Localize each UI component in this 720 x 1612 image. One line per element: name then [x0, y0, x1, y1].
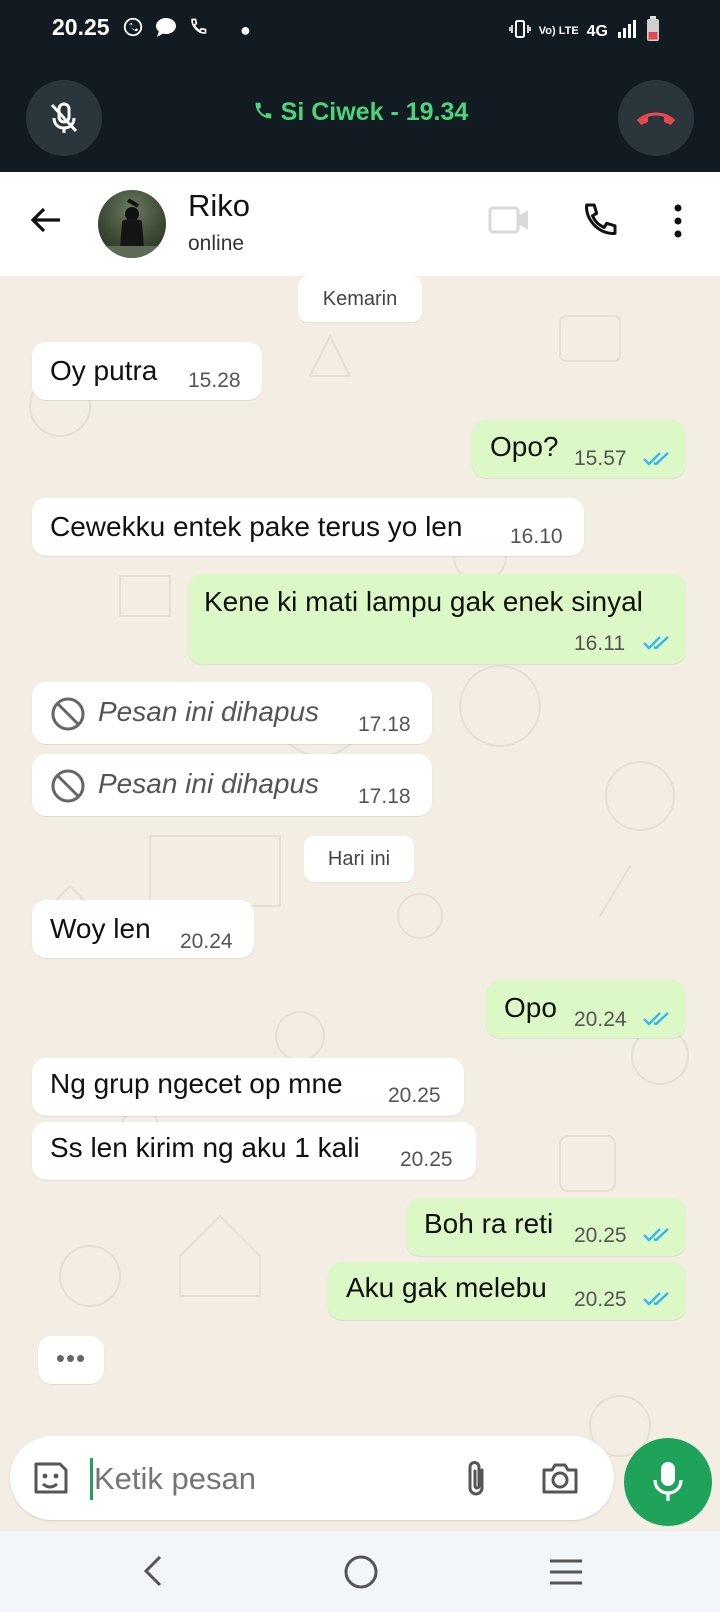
message-time: 17.18	[358, 713, 411, 736]
volte-icon: Vo) LTE	[538, 25, 579, 37]
ongoing-call-bar: 20.25 ● Vo) LTE 4G Si Ciwek - 19.34	[0, 0, 720, 172]
chevron-left-icon	[143, 1555, 162, 1587]
message-text: Aku gak melebu	[346, 1272, 547, 1303]
message-outgoing[interactable]: Boh ra reti 20.25	[406, 1198, 686, 1256]
message-time: 16.10	[510, 525, 563, 548]
avatar[interactable]	[98, 190, 166, 258]
double-check-icon	[643, 636, 669, 650]
message-outgoing[interactable]: Opo? 15.57	[472, 420, 686, 478]
message-deleted[interactable]: Pesan ini dihapus 17.18	[32, 682, 432, 744]
voice-message-button[interactable]	[624, 1438, 712, 1526]
message-incoming[interactable]: Cewekku entek pake terus yo len 16.10	[32, 498, 584, 556]
message-text: Ng grup ngecet op mne	[50, 1068, 343, 1099]
message-outgoing[interactable]: Aku gak melebu 20.25	[328, 1262, 686, 1320]
double-check-icon	[643, 1292, 669, 1306]
message-time: 15.28	[188, 369, 241, 392]
message-time: 16.11	[574, 632, 625, 655]
message-deleted[interactable]: Pesan ini dihapus 17.18	[32, 754, 432, 816]
message-time: 20.24	[180, 930, 233, 953]
battery-icon	[646, 16, 660, 47]
camera-icon[interactable]	[540, 1460, 580, 1496]
message-time: 20.24	[574, 1008, 627, 1031]
chat-messages-area[interactable]: Kemarin Oy putra 15.28 Opo? 15.57 Cewekk…	[0, 276, 720, 1531]
message-text: Kene ki mati lampu gak enek sinyal	[204, 586, 643, 617]
message-outgoing[interactable]: Opo 20.24	[486, 980, 686, 1038]
whatsapp-icon	[122, 16, 144, 44]
date-separator: Hari ini	[304, 836, 414, 882]
contact-status: online	[188, 232, 245, 255]
double-check-icon	[643, 452, 669, 466]
chat-bubble-icon	[154, 16, 178, 44]
status-time: 20.25	[52, 14, 110, 40]
paperclip-icon[interactable]	[462, 1458, 492, 1500]
message-incoming[interactable]: Ss len kirim ng aku 1 kali 20.25	[32, 1122, 476, 1180]
date-separator: Kemarin	[298, 276, 422, 322]
video-camera-icon	[488, 206, 528, 234]
end-call-icon	[637, 112, 675, 125]
phone-icon	[585, 203, 617, 235]
chat-header: Riko online	[0, 172, 720, 276]
message-text: Oy putra	[50, 355, 158, 386]
message-incoming[interactable]: Ng grup ngecet op mne 20.25	[32, 1058, 464, 1116]
message-time: 20.25	[574, 1224, 627, 1247]
message-incoming[interactable]: Oy putra 15.28	[32, 342, 262, 400]
message-outgoing[interactable]: Kene ki mati lampu gak enek sinyal 16.11	[188, 574, 686, 664]
kebab-menu-icon	[674, 204, 682, 238]
home-circle-icon	[344, 1555, 378, 1589]
dot-icon: ●	[240, 19, 251, 40]
nav-recents-button[interactable]	[548, 1557, 584, 1592]
message-time: 17.18	[358, 785, 411, 808]
blocked-icon	[51, 697, 85, 731]
message-time: 20.25	[574, 1288, 627, 1311]
contact-name[interactable]: Riko	[188, 188, 250, 224]
nav-back-button[interactable]	[138, 1553, 168, 1594]
message-incoming[interactable]: Woy len 20.24	[32, 900, 254, 958]
message-text: Ss len kirim ng aku 1 kali	[50, 1132, 360, 1163]
typing-indicator: •••	[38, 1336, 104, 1384]
message-input[interactable]	[92, 1454, 436, 1504]
status-system-icons: Vo) LTE 4G	[508, 16, 660, 47]
status-notification-icons: ●	[122, 16, 251, 44]
vibrate-icon	[508, 19, 531, 44]
system-navigation-bar	[0, 1531, 720, 1612]
sticker-icon[interactable]	[30, 1458, 70, 1498]
video-call-button[interactable]	[488, 202, 530, 243]
message-text: Pesan ini dihapus	[98, 768, 320, 799]
message-time: 20.25	[388, 1084, 441, 1107]
message-text: Opo?	[490, 431, 559, 462]
message-text: Woy len	[50, 913, 151, 944]
call-phone-icon	[252, 98, 281, 126]
message-composer	[10, 1436, 614, 1520]
message-time: 15.57	[574, 447, 627, 470]
ongoing-call-label[interactable]: Si Ciwek - 19.34	[0, 98, 720, 127]
message-time: 20.25	[400, 1148, 453, 1171]
message-text: Boh ra reti	[424, 1208, 554, 1239]
nav-home-button[interactable]	[342, 1553, 380, 1596]
double-check-icon	[643, 1012, 669, 1026]
call-label-text: Si Ciwek - 19.34	[280, 98, 469, 126]
back-button[interactable]	[28, 202, 64, 243]
signal-icon	[616, 19, 638, 44]
voice-call-button[interactable]	[580, 200, 620, 245]
arrow-left-icon	[30, 207, 60, 233]
message-text: Opo	[504, 992, 557, 1023]
microphone-icon	[653, 1462, 683, 1501]
end-call-button[interactable]	[618, 80, 694, 156]
phone-icon	[188, 17, 208, 43]
more-options-button[interactable]	[670, 202, 686, 245]
network-type: 4G	[586, 22, 608, 40]
double-check-icon	[643, 1228, 669, 1242]
message-text: Cewekku entek pake terus yo len	[50, 511, 463, 542]
message-text: Pesan ini dihapus	[98, 696, 320, 727]
menu-lines-icon	[550, 1559, 582, 1585]
blocked-icon	[51, 769, 85, 803]
